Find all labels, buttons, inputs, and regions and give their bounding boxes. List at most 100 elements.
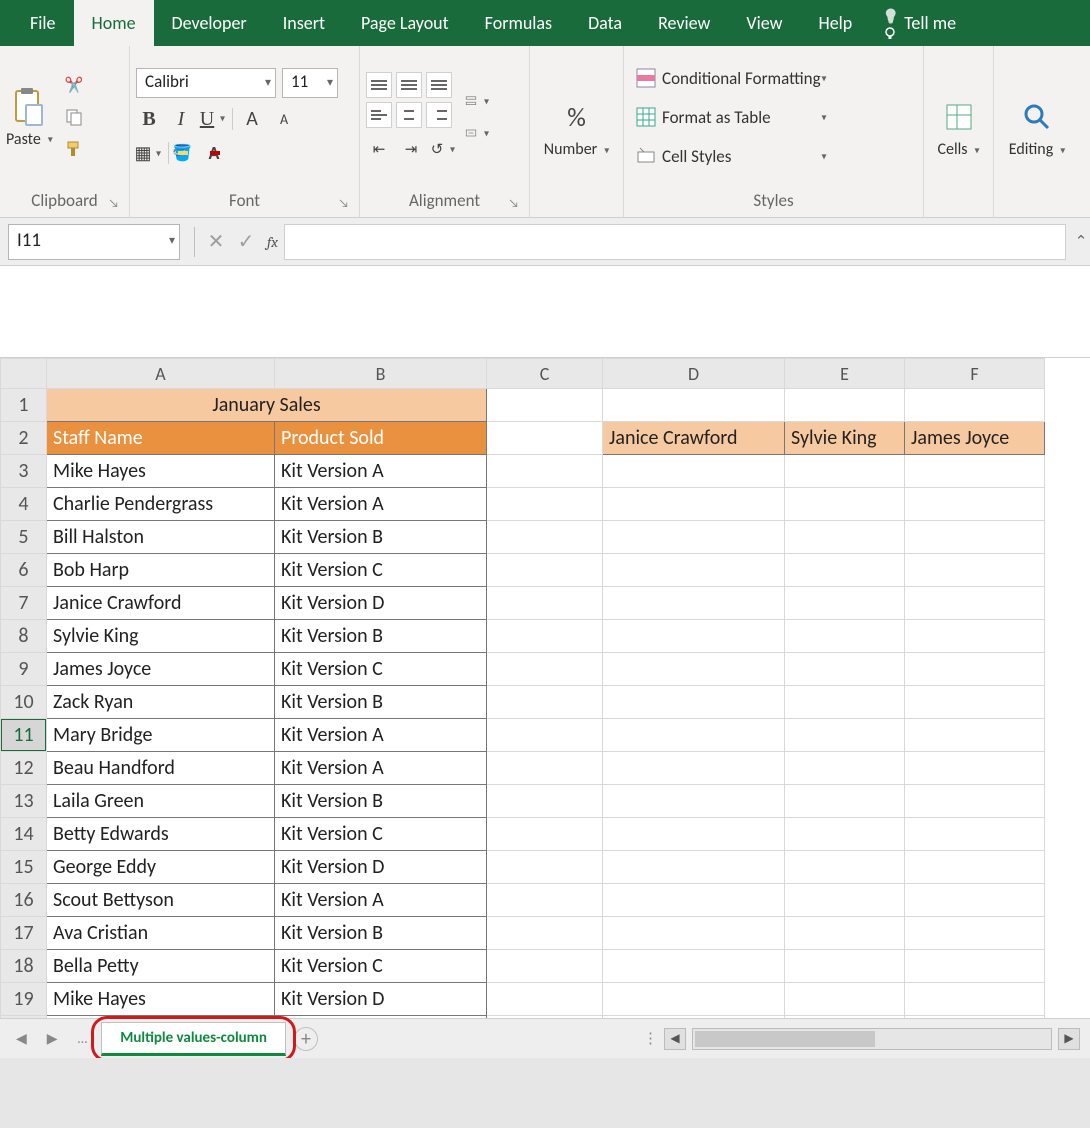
- row-header[interactable]: 18: [1, 950, 47, 983]
- cell[interactable]: Kit Version D: [275, 851, 487, 884]
- cell[interactable]: Kit Version D: [275, 983, 487, 1016]
- inc-indent-button[interactable]: ⇥: [398, 136, 424, 162]
- cell[interactable]: Laila Green: [47, 785, 275, 818]
- row-header[interactable]: 5: [1, 521, 47, 554]
- cell[interactable]: [603, 587, 785, 620]
- cell[interactable]: [785, 488, 905, 521]
- number-format-button[interactable]: % Number: [544, 96, 609, 159]
- hscroll-left[interactable]: ◀: [664, 1028, 686, 1050]
- row-header[interactable]: 7: [1, 587, 47, 620]
- cell-header-a[interactable]: Staff Name: [47, 422, 275, 455]
- cell[interactable]: [603, 983, 785, 1016]
- cell[interactable]: [603, 488, 785, 521]
- row-header[interactable]: 9: [1, 653, 47, 686]
- cell[interactable]: [905, 785, 1045, 818]
- align-top-button[interactable]: [366, 72, 392, 98]
- cell[interactable]: [785, 719, 905, 752]
- select-all-corner[interactable]: [1, 359, 47, 389]
- row-header[interactable]: 12: [1, 752, 47, 785]
- cell[interactable]: [905, 686, 1045, 719]
- cell[interactable]: Mary Bridge: [47, 719, 275, 752]
- cell[interactable]: [487, 653, 603, 686]
- sheet-nav-prev[interactable]: ◀: [10, 1026, 33, 1051]
- cell[interactable]: [487, 587, 603, 620]
- cell[interactable]: Bella Petty: [47, 950, 275, 983]
- cell[interactable]: [905, 983, 1045, 1016]
- cell[interactable]: Kit Version A: [275, 488, 487, 521]
- cut-icon[interactable]: ✂️: [61, 72, 87, 98]
- cell[interactable]: [905, 455, 1045, 488]
- conditional-formatting-button[interactable]: Conditional Formatting: [630, 64, 827, 93]
- cell[interactable]: [487, 521, 603, 554]
- dec-indent-button[interactable]: ⇤: [366, 136, 392, 162]
- row-header[interactable]: 13: [1, 785, 47, 818]
- tab-data[interactable]: Data: [570, 0, 640, 46]
- cell[interactable]: [487, 917, 603, 950]
- row-header[interactable]: 10: [1, 686, 47, 719]
- cell[interactable]: [905, 587, 1045, 620]
- row-header[interactable]: 11: [1, 719, 47, 752]
- cell[interactable]: Kit Version C: [275, 554, 487, 587]
- cancel-button[interactable]: ✕: [201, 227, 231, 257]
- cell[interactable]: [785, 389, 905, 422]
- cell[interactable]: Bill Halston: [47, 521, 275, 554]
- merge-button[interactable]: [464, 120, 490, 146]
- tab-view[interactable]: View: [728, 0, 800, 46]
- cell[interactable]: [487, 785, 603, 818]
- col-header-C[interactable]: C: [487, 359, 603, 389]
- cell[interactable]: Kit Version C: [275, 950, 487, 983]
- cell[interactable]: [603, 719, 785, 752]
- paste-button[interactable]: Paste: [6, 86, 53, 149]
- cell[interactable]: [905, 917, 1045, 950]
- cell[interactable]: [905, 389, 1045, 422]
- tab-formulas[interactable]: Formulas: [467, 0, 570, 46]
- row-header[interactable]: 3: [1, 455, 47, 488]
- cell[interactable]: Mike Hayes: [47, 983, 275, 1016]
- cell[interactable]: [785, 554, 905, 587]
- tab-insert[interactable]: Insert: [265, 0, 343, 46]
- cell[interactable]: [603, 554, 785, 587]
- cell[interactable]: Charlie Pendergrass: [47, 488, 275, 521]
- col-header-F[interactable]: F: [905, 359, 1045, 389]
- cell[interactable]: [487, 554, 603, 587]
- cell[interactable]: [905, 620, 1045, 653]
- cell[interactable]: [785, 785, 905, 818]
- cell[interactable]: [487, 620, 603, 653]
- cell[interactable]: [905, 818, 1045, 851]
- hscroll-thumb[interactable]: [695, 1031, 875, 1047]
- bold-button[interactable]: B: [136, 106, 162, 132]
- cell[interactable]: Kit Version B: [275, 785, 487, 818]
- cell-F2[interactable]: James Joyce: [905, 422, 1045, 455]
- cell[interactable]: [785, 884, 905, 917]
- cell[interactable]: Beau Handford: [47, 752, 275, 785]
- cell[interactable]: [487, 488, 603, 521]
- cell[interactable]: Kit Version D: [275, 587, 487, 620]
- cell[interactable]: [603, 950, 785, 983]
- cell[interactable]: Scout Bettyson: [47, 884, 275, 917]
- cell[interactable]: [785, 587, 905, 620]
- cell[interactable]: [487, 389, 603, 422]
- tab-developer[interactable]: Developer: [154, 0, 265, 46]
- cells-button[interactable]: Cells: [937, 96, 979, 159]
- enter-button[interactable]: ✓: [231, 227, 261, 257]
- cell[interactable]: Zack Ryan: [47, 686, 275, 719]
- cell[interactable]: [603, 455, 785, 488]
- cell[interactable]: Ava Cristian: [47, 917, 275, 950]
- tell-me[interactable]: Tell me: [870, 0, 968, 46]
- cell[interactable]: [785, 620, 905, 653]
- cell[interactable]: [487, 455, 603, 488]
- cell[interactable]: [487, 686, 603, 719]
- col-header-A[interactable]: A: [47, 359, 275, 389]
- cell[interactable]: [905, 653, 1045, 686]
- cell[interactable]: Kit Version A: [275, 752, 487, 785]
- expand-formula-bar[interactable]: ⌃: [1072, 232, 1090, 251]
- hscroll-right[interactable]: ▶: [1058, 1028, 1080, 1050]
- cell[interactable]: Janice Crawford: [47, 587, 275, 620]
- tab-help[interactable]: Help: [800, 0, 870, 46]
- font-name-dropdown[interactable]: Calibri: [136, 68, 276, 98]
- cell[interactable]: [603, 620, 785, 653]
- cell[interactable]: [603, 653, 785, 686]
- cell[interactable]: [785, 950, 905, 983]
- tab-home[interactable]: Home: [74, 0, 154, 46]
- cell[interactable]: [487, 752, 603, 785]
